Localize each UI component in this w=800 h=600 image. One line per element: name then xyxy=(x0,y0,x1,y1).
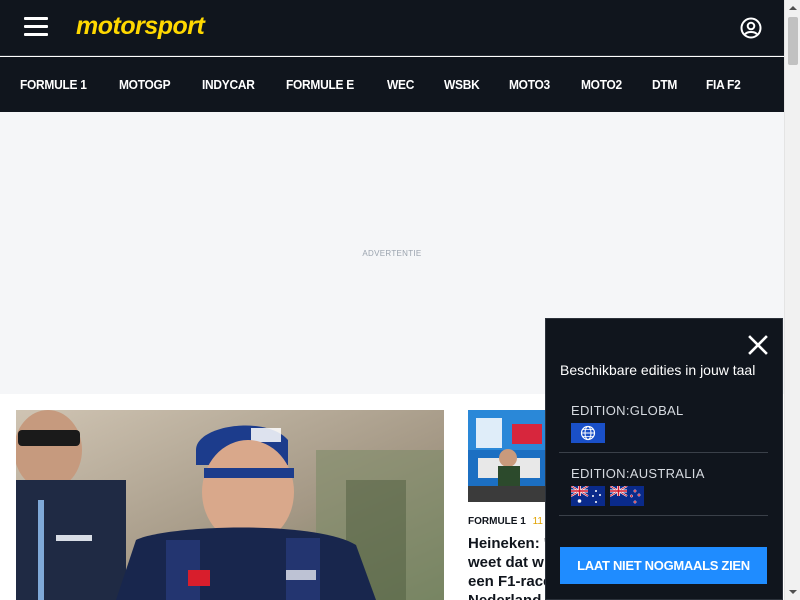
edition-label: EDITION:AUSTRALIA xyxy=(571,466,705,481)
headline-line-4: Nederland xyxy=(468,591,548,600)
edition-option-australia[interactable]: EDITION:AUSTRALIA xyxy=(559,454,768,516)
press-conference-photo xyxy=(468,410,550,502)
nav-item-formule-e[interactable]: FORMULE E xyxy=(286,77,354,92)
globe-flag-icon xyxy=(571,423,605,443)
nav-item-motogp[interactable]: MOTOGP xyxy=(119,77,171,92)
headline-line-2: weet dat w xyxy=(468,554,544,571)
article-meta: FORMULE 1 11 m xyxy=(468,516,554,527)
nav-item-moto3[interactable]: MOTO3 xyxy=(509,77,550,92)
editions-popup: Beschikbare edities in jouw taal EDITION… xyxy=(545,318,783,600)
nav-item-indycar[interactable]: INDYCAR xyxy=(202,77,255,92)
edition-option-global[interactable]: EDITION:GLOBAL xyxy=(559,391,768,453)
nav-item-wsbk[interactable]: WSBK xyxy=(444,77,480,92)
article-thumbnail[interactable] xyxy=(468,410,550,502)
article-headline[interactable]: Heineken: ' weet dat w een F1-race Neder… xyxy=(468,534,548,600)
top-header: motorsport xyxy=(0,0,784,56)
main-nav: FORMULE 1 MOTOGP INDYCAR FORMULE E WEC W… xyxy=(0,57,784,112)
australia-flag-icon xyxy=(571,486,605,506)
site-logo[interactable]: motorsport xyxy=(76,12,205,41)
new-zealand-flag-icon xyxy=(610,486,644,506)
scrollbar-thumb[interactable] xyxy=(788,17,798,65)
page: motorsport FORMULE 1 MOTOGP INDYCAR FORM… xyxy=(0,0,800,600)
hero-article-image[interactable] xyxy=(16,410,444,600)
close-icon[interactable] xyxy=(747,334,769,356)
popup-title: Beschikbare edities in jouw taal xyxy=(560,362,756,378)
nav-item-moto2[interactable]: MOTO2 xyxy=(581,77,622,92)
nav-item-wec[interactable]: WEC xyxy=(387,77,414,92)
vertical-scrollbar[interactable] xyxy=(784,0,800,600)
headline-line-1: Heineken: ' xyxy=(468,535,548,552)
headline-line-3: een F1-race xyxy=(468,573,548,590)
driver-photo xyxy=(16,410,444,600)
nav-item-formule-1[interactable]: FORMULE 1 xyxy=(20,77,87,92)
nav-item-fia-f2[interactable]: FIA F2 xyxy=(706,77,741,92)
ad-label: ADVERTENTIE xyxy=(362,249,422,258)
article-category[interactable]: FORMULE 1 xyxy=(468,516,526,527)
scroll-down-arrow-icon[interactable] xyxy=(785,584,800,600)
nav-item-dtm[interactable]: DTM xyxy=(652,77,677,92)
dont-show-again-button[interactable]: LAAT NIET NOGMAALS ZIEN xyxy=(560,547,767,584)
scroll-up-arrow-icon[interactable] xyxy=(785,0,800,16)
hamburger-menu-icon[interactable] xyxy=(24,17,48,37)
user-account-icon[interactable] xyxy=(740,17,762,39)
edition-label: EDITION:GLOBAL xyxy=(571,403,684,418)
